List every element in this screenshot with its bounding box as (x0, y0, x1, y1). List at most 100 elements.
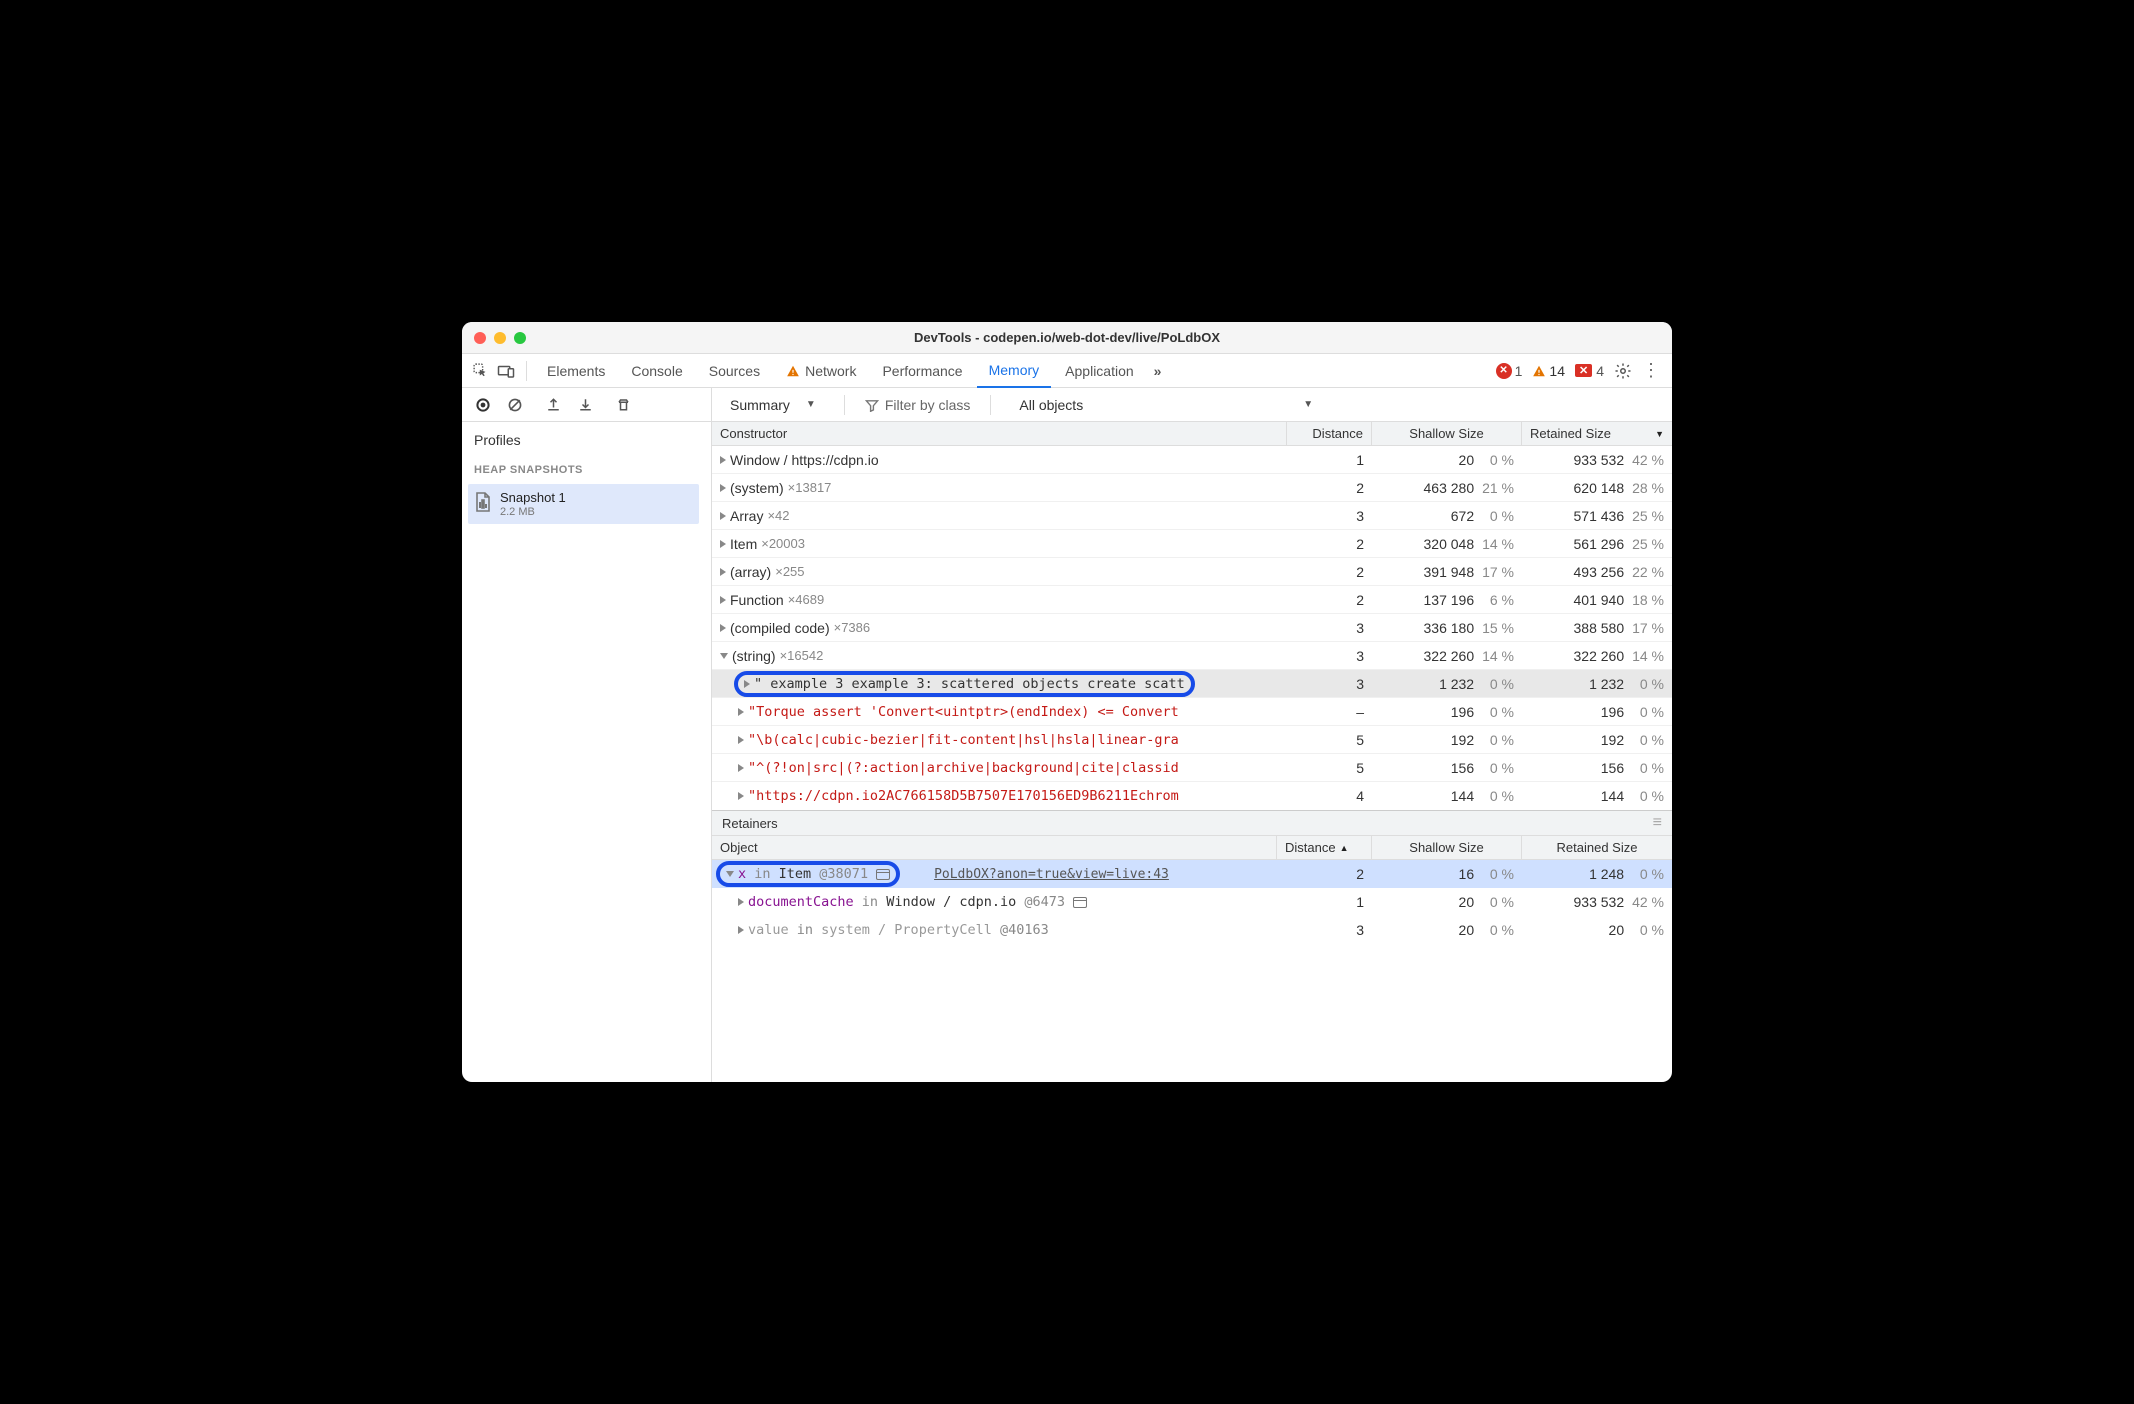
zoom-icon[interactable] (514, 332, 526, 344)
device-toolbar-icon[interactable] (494, 359, 518, 383)
constructor-name: Item (730, 536, 757, 552)
retained-size-cell: 933 532 42 % (1522, 452, 1672, 468)
constructor-row[interactable]: "Torque assert 'Convert<uintptr>(endInde… (712, 698, 1672, 726)
disclosure-icon[interactable] (744, 680, 750, 688)
window-title: DevTools - codepen.io/web-dot-dev/live/P… (462, 330, 1672, 345)
tab-console[interactable]: Console (619, 354, 694, 388)
disclosure-icon[interactable] (720, 596, 726, 604)
constructor-row[interactable]: Item×200032320 048 14 %561 296 25 % (712, 530, 1672, 558)
tab-more[interactable]: » (1148, 354, 1168, 388)
tab-memory[interactable]: Memory (977, 354, 1052, 388)
distance-cell: 2 (1287, 564, 1372, 580)
profiles-heading: Profiles (474, 432, 699, 448)
disclosure-icon[interactable] (738, 792, 744, 800)
tab-network[interactable]: Network (774, 354, 868, 388)
retainer-row[interactable]: value in system / PropertyCell @40163320… (712, 916, 1672, 944)
gc-icon[interactable] (610, 392, 636, 418)
profiles-sidebar: Profiles HEAP SNAPSHOTS Snapshot 1 2.2 M… (462, 422, 712, 1082)
distance-cell: 1 (1277, 894, 1372, 910)
tab-elements[interactable]: Elements (535, 354, 617, 388)
shallow-size-cell: 16 0 % (1372, 866, 1522, 882)
kebab-menu-icon[interactable]: ⋮ (1642, 360, 1660, 381)
disclosure-icon[interactable] (720, 540, 726, 548)
shallow-size-cell: 20 0 % (1372, 922, 1522, 938)
inspect-icon[interactable] (468, 359, 492, 383)
shallow-size-cell: 156 0 % (1372, 760, 1522, 776)
constructor-row[interactable]: (string)×165423322 260 14 %322 260 14 % (712, 642, 1672, 670)
snapshot-item[interactable]: Snapshot 1 2.2 MB (468, 484, 699, 524)
col-constructor[interactable]: Constructor (712, 422, 1287, 445)
ret-col-object[interactable]: Object (712, 836, 1277, 859)
col-distance[interactable]: Distance (1287, 422, 1372, 445)
distance-cell: 5 (1287, 760, 1372, 776)
constructor-name: (array) (730, 564, 771, 580)
retainer-path: documentCache in Window / cdpn.io @6473 (748, 894, 1065, 910)
settings-gear-icon[interactable] (1614, 362, 1632, 380)
constructor-row[interactable]: "https://cdpn.io2AC766158D5B7507E170156E… (712, 782, 1672, 810)
disclosure-icon[interactable] (720, 653, 728, 659)
tab-sources[interactable]: Sources (697, 354, 772, 388)
tab-application[interactable]: Application (1053, 354, 1146, 388)
disclosure-icon[interactable] (738, 708, 744, 716)
tab-performance[interactable]: Performance (870, 354, 974, 388)
shallow-size-cell: 320 048 14 % (1372, 536, 1522, 552)
shallow-size-cell: 144 0 % (1372, 788, 1522, 804)
constructor-rows: Window / https://cdpn.io120 0 %933 532 4… (712, 446, 1672, 810)
disclosure-icon[interactable] (720, 624, 726, 632)
ret-col-retained[interactable]: Retained Size (1522, 836, 1672, 859)
disclosure-icon[interactable] (726, 871, 734, 877)
minimize-icon[interactable] (494, 332, 506, 344)
disclosure-icon[interactable] (738, 898, 744, 906)
distance-cell: 4 (1287, 788, 1372, 804)
retainer-row[interactable]: documentCache in Window / cdpn.io @6473 1… (712, 888, 1672, 916)
issues-icon: ✕ (1575, 364, 1592, 377)
col-retained[interactable]: Retained Size▼ (1522, 422, 1672, 445)
disclosure-icon[interactable] (720, 512, 726, 520)
source-link[interactable]: PoLdbOX?anon=true&view=live:43 (934, 867, 1169, 882)
record-icon[interactable] (470, 392, 496, 418)
error-count[interactable]: ✕ 1 (1496, 363, 1523, 379)
ret-col-distance[interactable]: Distance▲ (1277, 836, 1372, 859)
shallow-size-cell: 196 0 % (1372, 704, 1522, 720)
distance-cell: 3 (1287, 620, 1372, 636)
constructor-row[interactable]: " example 3 example 3: scattered objects… (712, 670, 1672, 698)
error-icon: ✕ (1496, 363, 1512, 379)
clear-icon[interactable] (502, 392, 528, 418)
warning-icon (1532, 364, 1546, 378)
warning-count[interactable]: 14 (1532, 363, 1565, 379)
snapshot-file-icon (474, 491, 492, 513)
load-icon[interactable] (540, 392, 566, 418)
close-icon[interactable] (474, 332, 486, 344)
issues-count[interactable]: ✕ 4 (1575, 363, 1604, 379)
col-shallow[interactable]: Shallow Size (1372, 422, 1522, 445)
constructor-row[interactable]: "\b(calc|cubic-bezier|fit-content|hsl|hs… (712, 726, 1672, 754)
disclosure-icon[interactable] (720, 568, 726, 576)
objects-filter-dropdown[interactable]: All objects▼ (1011, 393, 1321, 417)
instance-count: ×4689 (788, 592, 825, 607)
retained-size-cell: 620 148 28 % (1522, 480, 1672, 496)
constructor-row[interactable]: Array×423672 0 %571 436 25 % (712, 502, 1672, 530)
constructor-row[interactable]: Function×46892137 196 6 %401 940 18 % (712, 586, 1672, 614)
constructor-name: (compiled code) (730, 620, 830, 636)
save-icon[interactable] (572, 392, 598, 418)
retainers-menu-icon[interactable]: ≡ (1653, 814, 1662, 832)
disclosure-icon[interactable] (738, 736, 744, 744)
view-dropdown[interactable]: Summary▼ (722, 393, 824, 417)
disclosure-icon[interactable] (720, 484, 726, 492)
retained-size-cell: 196 0 % (1522, 704, 1672, 720)
class-filter-input[interactable]: Filter by class (865, 397, 971, 413)
constructor-row[interactable]: "^(?!on|src|(?:action|archive|background… (712, 754, 1672, 782)
constructor-row[interactable]: Window / https://cdpn.io120 0 %933 532 4… (712, 446, 1672, 474)
disclosure-icon[interactable] (738, 926, 744, 934)
ret-col-shallow[interactable]: Shallow Size (1372, 836, 1522, 859)
retainer-row[interactable]: x in Item @38071PoLdbOX?anon=true&view=l… (712, 860, 1672, 888)
constructor-row[interactable]: (system)×138172463 280 21 %620 148 28 % (712, 474, 1672, 502)
shallow-size-cell: 192 0 % (1372, 732, 1522, 748)
distance-cell: 5 (1287, 732, 1372, 748)
constructor-row[interactable]: (compiled code)×73863336 180 15 %388 580… (712, 614, 1672, 642)
retained-size-cell: 20 0 % (1522, 922, 1672, 938)
disclosure-icon[interactable] (720, 456, 726, 464)
sort-asc-icon: ▲ (1340, 843, 1349, 853)
constructor-row[interactable]: (array)×2552391 948 17 %493 256 22 % (712, 558, 1672, 586)
disclosure-icon[interactable] (738, 764, 744, 772)
